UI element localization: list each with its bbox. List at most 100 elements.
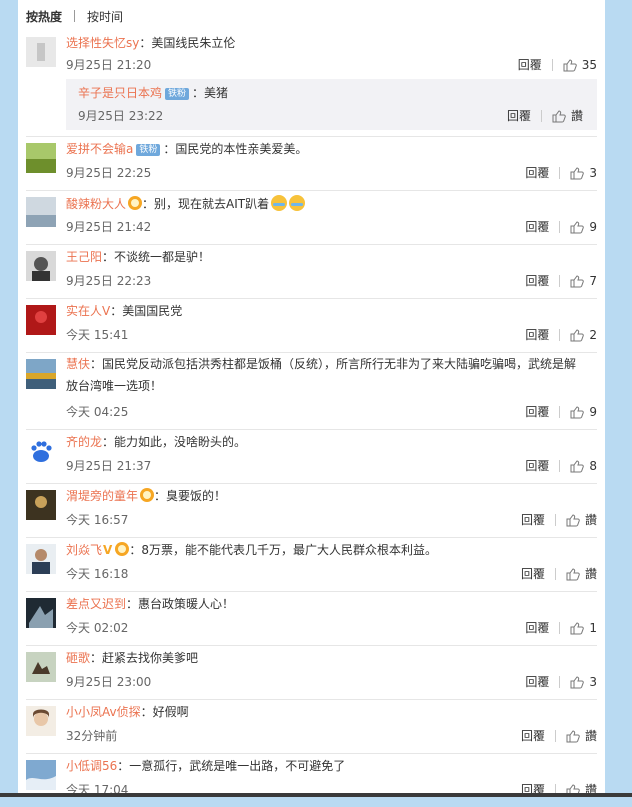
username-link[interactable]: 实在人V	[66, 304, 110, 318]
comment-text-line: 王己阳：不谈统一都是驴！	[66, 249, 210, 265]
reply-button[interactable]: 回覆	[525, 404, 549, 420]
thumbs-up-icon	[570, 274, 585, 287]
like-button[interactable]: 3	[570, 165, 597, 181]
reply-button[interactable]: 回覆	[521, 566, 545, 582]
comment-text-line: 渭堤旁的童年 ：臭要饭的！	[66, 488, 226, 504]
tab-divider	[74, 10, 76, 22]
comment-item: 实在人V：美国国民党 今天 15:41 回覆 2	[26, 299, 597, 353]
username-link[interactable]: 齐的龙	[66, 435, 102, 449]
user-avatar[interactable]	[26, 490, 56, 520]
comment-item: 齐的龙：能力如此，没啥盼头的。 9月25日 21:37 回覆 8	[26, 430, 597, 484]
comment-text-line: 齐的龙：能力如此，没啥盼头的。	[66, 434, 246, 450]
comment-item: 小低调56：一意孤行，武统是唯一出路，不可避免了 今天 17:04 回覆 讚	[26, 754, 597, 807]
like-button[interactable]: 7	[570, 273, 597, 289]
like-button[interactable]: 3	[570, 674, 597, 690]
user-avatar[interactable]	[26, 37, 56, 67]
comment-item: 小小凤Av侦探：好假啊 32分钟前 回覆 讚	[26, 700, 597, 754]
reply-button[interactable]: 回覆	[525, 327, 549, 343]
like-button[interactable]: 1	[570, 620, 597, 636]
user-avatar[interactable]	[26, 359, 56, 389]
action-divider	[559, 460, 561, 472]
reply-button[interactable]: 回覆	[521, 512, 545, 528]
reply-button[interactable]: 回覆	[521, 728, 545, 744]
username-link[interactable]: 酸辣粉大人	[66, 197, 126, 211]
reply-time: 9月25日 23:22	[78, 109, 164, 123]
thumbs-up-icon	[570, 675, 585, 688]
sort-tabs: 按热度 按时间	[26, 6, 123, 26]
user-avatar[interactable]	[26, 197, 56, 227]
user-avatar[interactable]	[26, 143, 56, 173]
username-link[interactable]: 慧伕	[66, 357, 90, 371]
action-divider	[559, 406, 561, 418]
comment-item: 选择性失忆sy：美国线民朱立伦 9月25日 21:20 回覆 35 辛子是只日本…	[26, 31, 597, 137]
thumbs-up-icon	[570, 166, 585, 179]
comment-panel: 按热度 按时间 选择性失忆sy：美国线民朱立伦 9月25日 21:20 回覆 3…	[18, 0, 605, 797]
action-divider	[554, 514, 556, 526]
user-avatar[interactable]	[26, 760, 56, 790]
reply-username-link[interactable]: 辛子是只日本鸡	[78, 86, 162, 100]
thumbs-up-icon	[566, 513, 580, 526]
username-link[interactable]: 渭堤旁的童年	[66, 489, 138, 503]
username-link[interactable]: 刘焱飞	[66, 543, 102, 557]
like-button[interactable]: 讚	[566, 512, 597, 528]
action-divider	[559, 275, 561, 287]
comment-actions: 回覆 9	[525, 404, 597, 420]
username-link[interactable]: 爱拼不会输a	[66, 142, 133, 156]
reply-button[interactable]: 回覆	[525, 620, 549, 636]
comment-time: 9月25日 22:25	[66, 166, 152, 180]
reply-button[interactable]: 回覆	[525, 674, 549, 690]
reply-button[interactable]: 回覆	[525, 458, 549, 474]
username-link[interactable]: 选择性失忆sy	[66, 36, 139, 50]
like-count: 讚	[570, 109, 583, 123]
comment-actions: 回覆 9	[525, 219, 597, 235]
like-count: 讚	[584, 567, 597, 581]
like-button[interactable]: 35	[563, 57, 597, 73]
user-avatar[interactable]	[26, 544, 56, 574]
like-button[interactable]: 讚	[566, 728, 597, 744]
user-avatar[interactable]	[26, 251, 56, 281]
fan-badge: 铁粉	[165, 88, 190, 100]
comment-actions: 回覆 讚	[521, 728, 597, 744]
tab-sort-by-hot[interactable]: 按热度	[26, 8, 62, 25]
reply-button[interactable]: 回覆	[525, 273, 549, 289]
comment-text-line: 爱拼不会输a 铁粉 ：国民党的本性亲美爱美。	[66, 141, 307, 157]
tab-sort-by-time[interactable]: 按时间	[87, 8, 123, 25]
comment-time: 今天 15:41	[66, 328, 129, 342]
comment-text: ：能力如此，没啥盼头的。	[102, 435, 247, 449]
comment-text-line: 差点又迟到：惠台政策暖人心！	[66, 596, 234, 612]
username-link[interactable]: 差点又迟到	[66, 597, 126, 611]
reply-button[interactable]: 回覆	[525, 165, 549, 181]
comment-text: ：国民党反动派包括洪秀柱都是饭桶（反统），所言所行无非为了来大陆骗吃骗喝，武统是…	[66, 357, 577, 393]
reply-button[interactable]: 回覆	[525, 219, 549, 235]
user-avatar[interactable]	[26, 598, 56, 628]
baidu-paw-avatar[interactable]	[26, 436, 56, 466]
reply-button[interactable]: 回覆	[518, 57, 542, 73]
thumbs-up-icon	[566, 729, 580, 742]
like-button[interactable]: 讚	[566, 566, 597, 582]
comment-text: ：赶紧去找你美爹吧	[90, 651, 199, 665]
username-link[interactable]: 砸歌	[66, 651, 90, 665]
thumbs-up-icon	[563, 58, 577, 71]
like-button[interactable]: 9	[570, 404, 597, 420]
user-avatar[interactable]	[26, 305, 56, 335]
comment-text: ：惠台政策暖人心！	[126, 597, 235, 611]
reply-button[interactable]: 回覆	[507, 108, 531, 124]
comment-text: ：美国线民朱立伦	[139, 36, 236, 50]
username-link[interactable]: 王己阳	[66, 250, 102, 264]
action-divider	[559, 167, 561, 179]
like-button[interactable]: 2	[570, 327, 597, 343]
username-link[interactable]: 小小凤Av侦探	[66, 705, 141, 719]
comment-actions: 回覆 3	[525, 674, 597, 690]
reply-text: ：美猪	[192, 86, 229, 100]
like-button[interactable]: 8	[570, 458, 597, 474]
action-divider	[554, 730, 556, 742]
like-button[interactable]: 9	[570, 219, 597, 235]
user-avatar[interactable]	[26, 706, 56, 736]
user-avatar[interactable]	[26, 652, 56, 682]
comment-time: 9月25日 22:23	[66, 274, 152, 288]
comment-text-line: 酸辣粉大人 ：别，现在就去AIT趴着	[66, 195, 306, 212]
like-button[interactable]: 讚	[552, 108, 583, 124]
username-link[interactable]: 小低调56	[66, 759, 117, 773]
like-count: 3	[589, 166, 597, 180]
reply-actions: 回覆 讚	[507, 108, 583, 124]
